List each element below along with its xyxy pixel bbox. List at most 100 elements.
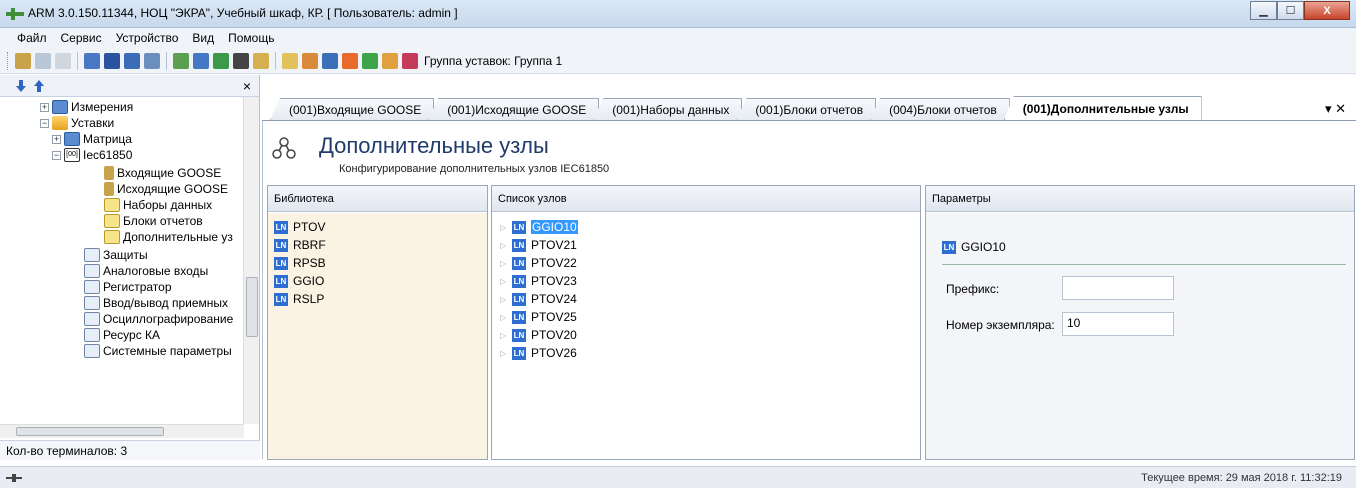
tree-item-oscillography[interactable]: Осциллографирование: [84, 311, 233, 327]
chart-icon[interactable]: [124, 52, 140, 69]
maximize-button[interactable]: ☐: [1277, 1, 1304, 20]
library-item[interactable]: LN PTOV: [274, 219, 325, 235]
arrow-down-icon[interactable]: [16, 79, 26, 92]
tree-item-system-params[interactable]: Системные параметры: [84, 343, 232, 359]
title-bar: ARM 3.0.150.11344, НОЦ "ЭКРА", Учебный ш…: [0, 0, 1356, 28]
node-item[interactable]: ▷ LN PTOV22: [500, 255, 577, 271]
tab-additional-nodes[interactable]: (001)Дополнительные узлы: [1003, 96, 1202, 120]
scroll-thumb[interactable]: [16, 427, 164, 436]
connect-icon[interactable]: [15, 52, 31, 69]
window-dropdown-icon[interactable]: [144, 52, 160, 69]
menu-help[interactable]: Помощь: [221, 31, 281, 45]
tree-item-report-blocks[interactable]: Блоки отчетов: [104, 213, 203, 229]
menu-file[interactable]: Файл: [10, 31, 54, 45]
device-icon[interactable]: [55, 52, 71, 69]
tree-item-incoming-goose[interactable]: Входящие GOOSE: [104, 165, 221, 181]
node-item[interactable]: ▷ LN PTOV26: [500, 345, 577, 361]
tab-datasets[interactable]: (001)Наборы данных: [593, 98, 743, 120]
expand-arrow-icon[interactable]: ▷: [500, 223, 512, 232]
scroll-thumb[interactable]: [246, 277, 258, 337]
tree-item-matrix[interactable]: + Матрица: [52, 131, 132, 147]
expand-arrow-icon[interactable]: ▷: [500, 295, 512, 304]
tree-item-protections[interactable]: Защиты: [84, 247, 148, 263]
tree-item-additional-nodes[interactable]: Дополнительные уз: [104, 229, 233, 245]
menu-bar: Файл Сервис Устройство Вид Помощь: [0, 28, 1356, 48]
page-subtitle: Конфигурирование дополнительных узлов IE…: [339, 163, 610, 175]
node-item[interactable]: ▷ LN PTOV21: [500, 237, 577, 253]
minimize-button[interactable]: ▁: [1250, 1, 1277, 20]
collapse-icon[interactable]: −: [40, 118, 49, 128]
left-panel-close-button[interactable]: ×: [243, 78, 251, 94]
tree-item-resource[interactable]: Ресурс КА: [84, 327, 160, 343]
parameters-panel: Параметры LN GGIO10 Префикс: Номер экземп…: [925, 185, 1355, 460]
node-item[interactable]: ▷ LN PTOV25: [500, 309, 577, 325]
tree-horizontal-scrollbar[interactable]: [0, 424, 244, 438]
toolbar-grip[interactable]: [7, 51, 10, 70]
app-icon: [6, 8, 24, 20]
menu-view[interactable]: Вид: [185, 31, 221, 45]
tree-label: Измерения: [71, 100, 134, 114]
tree-item-datasets[interactable]: Наборы данных: [104, 197, 212, 213]
tree-item-settings[interactable]: − Уставки: [40, 115, 114, 131]
save-icon[interactable]: [322, 52, 338, 69]
node-item[interactable]: ▷ LN PTOV23: [500, 273, 577, 289]
sync-icon[interactable]: [362, 52, 378, 69]
list-icon[interactable]: [84, 52, 100, 69]
tab-incoming-goose[interactable]: (001)Входящие GOOSE: [270, 98, 435, 120]
settings-group-label[interactable]: Группа уставок: Группа 1: [424, 54, 562, 68]
tree-icon[interactable]: [213, 52, 229, 69]
table-icon[interactable]: [193, 52, 209, 69]
library-item[interactable]: LN RBRF: [274, 237, 326, 253]
arrow-up-icon[interactable]: [34, 79, 44, 92]
expand-icon[interactable]: +: [52, 134, 61, 144]
expand-arrow-icon[interactable]: ▷: [500, 313, 512, 322]
expand-arrow-icon[interactable]: ▷: [500, 331, 512, 340]
tab-controls[interactable]: ▾ ✕: [1325, 101, 1346, 117]
disconnect-icon[interactable]: [35, 52, 51, 69]
menu-service[interactable]: Сервис: [54, 31, 109, 45]
tab-outgoing-goose[interactable]: (001)Исходящие GOOSE: [428, 98, 600, 120]
edit-icon[interactable]: [302, 52, 318, 69]
library-item[interactable]: LN RPSB: [274, 255, 326, 271]
node-item[interactable]: ▷ LN PTOV24: [500, 291, 577, 307]
filter-icon[interactable]: [233, 52, 249, 69]
divider: [942, 264, 1346, 265]
expand-arrow-icon[interactable]: ▷: [500, 259, 512, 268]
export-icon[interactable]: [173, 52, 189, 69]
dataset-icon: [104, 214, 120, 228]
library-item[interactable]: LN GGIO: [274, 273, 324, 289]
library-item[interactable]: LN RSLP: [274, 291, 324, 307]
close-button[interactable]: X: [1304, 1, 1350, 20]
expand-arrow-icon[interactable]: ▷: [500, 277, 512, 286]
tab-report-blocks-001[interactable]: (001)Блоки отчетов: [736, 98, 877, 120]
tree-vertical-scrollbar[interactable]: [243, 97, 259, 424]
tree-label: Защиты: [103, 248, 148, 262]
expand-icon[interactable]: +: [40, 102, 49, 112]
tree-item-analog-inputs[interactable]: Аналоговые входы: [84, 263, 208, 279]
gear-icon[interactable]: [382, 52, 398, 69]
flag-icon[interactable]: [402, 52, 418, 69]
tree-item-io[interactable]: Ввод/вывод приемных: [84, 295, 228, 311]
prefix-input[interactable]: [1062, 276, 1174, 300]
table-icon: [84, 248, 100, 262]
instance-number-input[interactable]: 10: [1062, 312, 1174, 336]
tree-label: Исходящие GOOSE: [117, 182, 228, 196]
tree-item-measurements[interactable]: + Измерения: [40, 99, 133, 115]
node-item[interactable]: ▷ LN PTOV20: [500, 327, 577, 343]
expand-arrow-icon[interactable]: ▷: [500, 349, 512, 358]
settings-icon[interactable]: [253, 52, 269, 69]
collapse-icon[interactable]: −: [52, 150, 61, 160]
main-content: Дополнительные узлы Конфигурирование доп…: [262, 121, 1356, 460]
tree-item-outgoing-goose[interactable]: Исходящие GOOSE: [104, 181, 228, 197]
library-list: LN PTOV LN RBRF LN RPSB LN GGIO LN RSLP: [268, 213, 487, 459]
rss-icon[interactable]: [342, 52, 358, 69]
tree-item-recorder[interactable]: Регистратор: [84, 279, 172, 295]
folder-open-icon[interactable]: [282, 52, 298, 69]
parameters-header: Параметры: [926, 186, 1354, 212]
tab-report-blocks-004[interactable]: (004)Блоки отчетов: [870, 98, 1010, 120]
expand-arrow-icon[interactable]: ▷: [500, 241, 512, 250]
node-item[interactable]: ▷ LN GGIO10: [500, 219, 578, 235]
tree-item-iec61850[interactable]: − [00] Iec61850: [52, 147, 132, 163]
menu-device[interactable]: Устройство: [109, 31, 186, 45]
grid-icon[interactable]: [104, 52, 120, 69]
